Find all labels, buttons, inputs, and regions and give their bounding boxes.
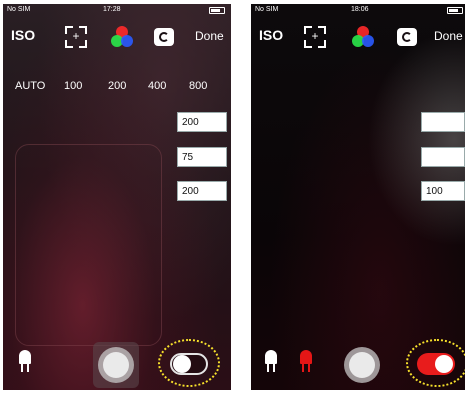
red-value-field[interactable]: 200 [177,112,227,132]
iso-option-100[interactable]: 100 [64,80,82,92]
carrier-label: No SIM [255,6,279,13]
green-value-field[interactable] [421,147,465,167]
clock-time: 18:06 [351,6,369,13]
white-led-icon[interactable] [263,350,279,372]
white-led-icon[interactable] [17,350,33,372]
shutter-button[interactable] [98,347,134,383]
toggle-knob [435,355,453,373]
status-bar: No SIM 17:28 [3,4,231,16]
camera-toolbar: ISO + Done [3,18,231,58]
camera-flip-icon[interactable] [397,28,417,46]
color-balance-icon[interactable] [352,26,374,48]
camera-toolbar: ISO + Done [251,18,465,58]
carrier-label: No SIM [7,6,31,13]
reflected-device-outline [15,144,162,346]
iso-option-200[interactable]: 200 [108,80,126,92]
focus-icon[interactable]: + [304,26,326,48]
iso-button[interactable]: ISO [11,27,35,43]
focus-icon[interactable]: + [65,26,87,48]
iso-option-400[interactable]: 400 [148,80,166,92]
iso-value-selector: AUTO 100 200 400 800 [3,80,231,96]
phone-screen-left: No SIM 17:28 ISO + Done AUTO 100 200 400… [3,4,231,390]
toggle-knob [173,355,191,373]
done-button[interactable]: Done [195,29,224,43]
done-button[interactable]: Done [434,29,463,43]
iso-option-auto[interactable]: AUTO [15,80,45,92]
flash-toggle[interactable] [417,353,455,375]
iso-option-800[interactable]: 800 [189,80,207,92]
shutter-button[interactable] [344,347,380,383]
status-bar: No SIM 18:06 [251,4,465,16]
color-balance-icon[interactable] [111,26,133,48]
green-value-field[interactable]: 75 [177,147,227,167]
blue-value-field[interactable]: 200 [177,181,227,201]
iso-button[interactable]: ISO [259,27,283,43]
battery-icon [447,7,463,14]
red-value-field[interactable] [421,112,465,132]
flash-toggle[interactable] [170,353,208,375]
red-led-icon[interactable] [298,350,314,372]
phone-screen-right: No SIM 18:06 ISO + Done 100 [251,4,465,390]
battery-icon [209,7,225,14]
camera-flip-icon[interactable] [154,28,174,46]
clock-time: 17:28 [103,6,121,13]
blue-value-field[interactable]: 100 [421,181,465,201]
